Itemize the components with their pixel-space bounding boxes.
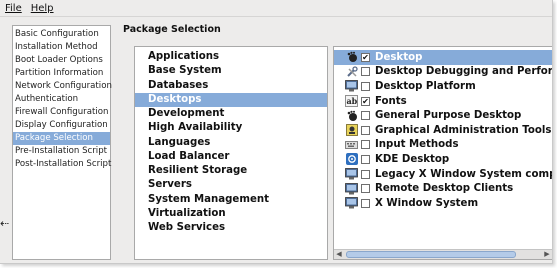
package-list-panel[interactable]: ✔ Desktop Desktop Debugging and Performanc…	[333, 46, 552, 260]
page-title: Package Selection	[123, 24, 221, 35]
step-item[interactable]: Post-Installation Script	[13, 158, 111, 171]
package-row[interactable]: Desktop Platform	[334, 79, 552, 94]
package-groups-list[interactable]: Applications Base System Databases Desktops…	[134, 46, 328, 260]
package-label: Legacy X Window System compatibility	[375, 168, 552, 180]
package-label: Graphical Administration Tools	[375, 124, 552, 136]
package-checkbox[interactable]	[361, 140, 370, 150]
package-label: Desktop	[375, 51, 423, 63]
monitor-icon	[345, 168, 358, 180]
package-group-item[interactable]: Languages	[135, 136, 327, 150]
package-group-item[interactable]: Load Balancer	[135, 150, 327, 164]
package-row[interactable]: Legacy X Window System compatibility	[334, 167, 552, 182]
package-row[interactable]: Graphical Administration Tools	[334, 123, 552, 138]
package-row[interactable]: ✔ Desktop	[334, 50, 552, 65]
package-row[interactable]: KDE Desktop	[334, 152, 552, 167]
help-menu-label: Help	[30, 2, 54, 14]
package-checkbox[interactable]	[361, 67, 370, 77]
package-checkbox[interactable]	[361, 169, 370, 179]
step-item[interactable]: Package Selection	[13, 132, 110, 145]
scroll-right-icon[interactable]: ▶	[542, 250, 552, 259]
package-checkbox[interactable]	[361, 198, 370, 208]
package-checkbox[interactable]	[361, 184, 370, 194]
file-menu-label: File	[5, 2, 22, 14]
step-item[interactable]: Network Configuration	[13, 80, 112, 93]
package-row[interactable]: Desktop Debugging and Performance	[334, 65, 552, 80]
application-window: File Help Basic Configuration Installatio…	[0, 0, 553, 264]
configuration-steps-list[interactable]: Basic Configuration Installation Method Bo…	[12, 25, 112, 260]
package-group-item[interactable]: Web Services	[135, 221, 327, 235]
help-menu[interactable]: Help	[31, 3, 54, 14]
package-label: Remote Desktop Clients	[375, 183, 514, 195]
package-row[interactable]: Input Methods	[334, 138, 552, 153]
package-row[interactable]: X Window System	[334, 196, 552, 211]
package-group-item[interactable]: Base System	[135, 64, 327, 78]
step-item[interactable]: Display Configuration	[13, 119, 110, 132]
package-group-item[interactable]: Development	[135, 107, 327, 121]
package-label: Input Methods	[375, 139, 459, 151]
package-group-item[interactable]: Applications	[135, 50, 327, 64]
package-label: KDE Desktop	[375, 153, 450, 165]
scrollbar-thumb[interactable]	[346, 251, 516, 258]
package-row[interactable]: General Purpose Desktop	[334, 108, 552, 123]
step-item[interactable]: Firewall Configuration	[13, 106, 110, 119]
package-label: X Window System	[375, 197, 479, 209]
tools-icon	[345, 66, 358, 78]
package-checkbox[interactable]	[361, 125, 370, 135]
font-icon: ab	[345, 95, 358, 107]
package-label: Fonts	[375, 95, 407, 107]
gnome-foot-icon	[345, 51, 358, 63]
scroll-left-icon[interactable]: ◀	[334, 250, 344, 259]
package-checkbox[interactable]	[361, 154, 370, 164]
package-list: ✔ Desktop Desktop Debugging and Performanc…	[334, 47, 552, 211]
monitor-icon	[345, 182, 358, 195]
step-item[interactable]: Boot Loader Options	[13, 54, 110, 67]
kde-icon	[345, 153, 358, 166]
step-item[interactable]: Authentication	[13, 93, 110, 106]
package-checkbox[interactable]	[361, 81, 370, 91]
keyboard-icon	[345, 139, 358, 151]
package-label: Desktop Debugging and Performance	[375, 66, 553, 78]
horizontal-scrollbar[interactable]: ◀ ▶	[334, 249, 552, 259]
package-group-item[interactable]: System Management	[135, 193, 327, 207]
package-group-item[interactable]: Databases	[135, 79, 327, 93]
step-item[interactable]: Partition Information	[13, 67, 110, 80]
step-item[interactable]: Pre-Installation Script	[13, 145, 110, 158]
package-checkbox[interactable]	[361, 111, 370, 121]
package-row[interactable]: ab ✔ Fonts	[334, 94, 552, 109]
menubar: File Help	[0, 0, 552, 17]
package-label: General Purpose Desktop	[375, 110, 522, 122]
step-item[interactable]: Installation Method	[13, 41, 110, 54]
package-checkbox[interactable]: ✔	[361, 52, 370, 62]
monitor-icon	[345, 80, 358, 92]
step-item[interactable]: Basic Configuration	[13, 28, 110, 41]
back-arrow-icon[interactable]: ⇠	[0, 217, 9, 230]
package-group-item[interactable]: Servers	[135, 178, 327, 192]
package-group-item[interactable]: Virtualization	[135, 207, 327, 221]
package-group-item[interactable]: Resilient Storage	[135, 164, 327, 178]
package-label: Desktop Platform	[375, 80, 476, 92]
svg-text:ab: ab	[347, 96, 358, 106]
package-checkbox[interactable]: ✔	[361, 96, 370, 106]
package-group-item[interactable]: Desktops	[135, 92, 327, 107]
package-row[interactable]: Remote Desktop Clients	[334, 181, 552, 196]
gnome-foot-icon	[345, 110, 358, 122]
monitor-icon	[345, 197, 358, 209]
file-menu[interactable]: File	[5, 3, 22, 14]
package-group-item[interactable]: High Availability	[135, 121, 327, 135]
admin-tools-icon	[345, 124, 358, 137]
